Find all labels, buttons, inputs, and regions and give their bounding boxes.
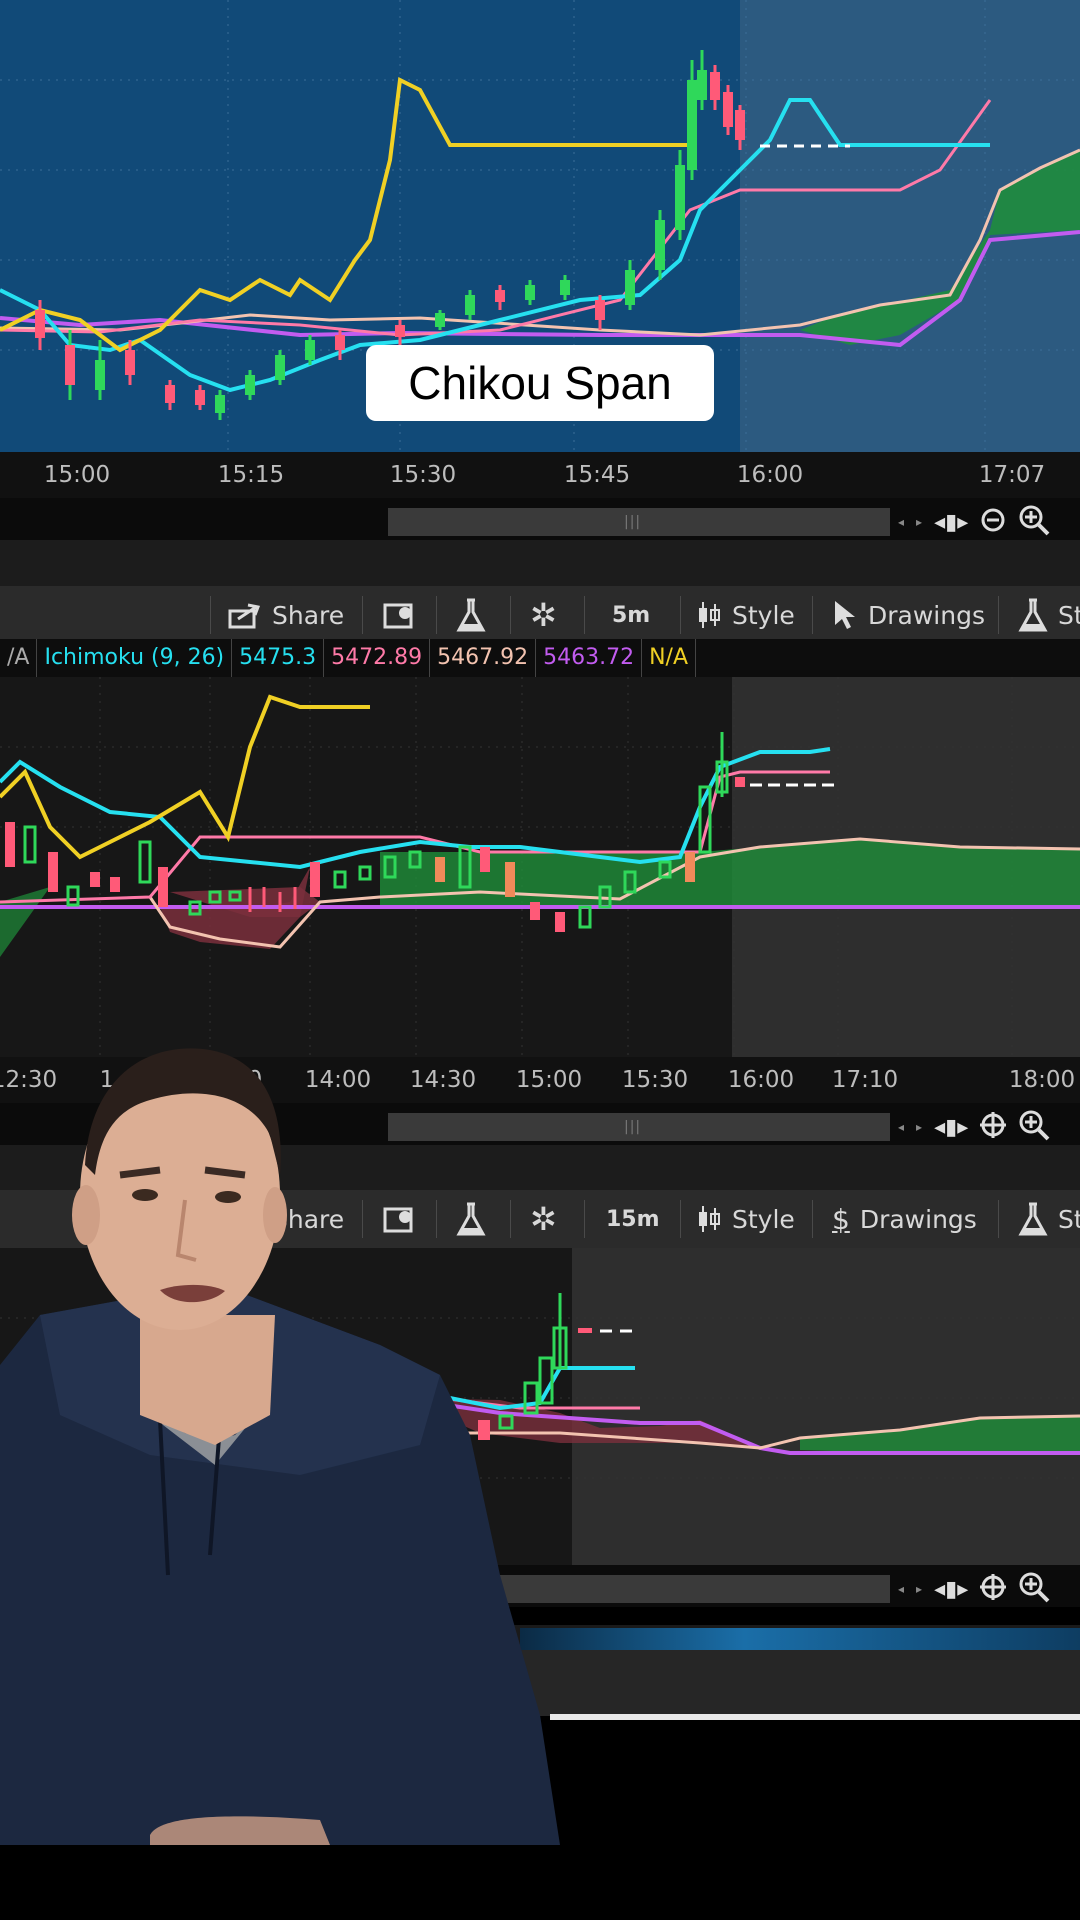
cursor-icon bbox=[835, 601, 855, 629]
timeframe-dropdown[interactable]: 15m bbox=[606, 1190, 660, 1248]
scroll-right-icon[interactable]: ▸ bbox=[916, 1582, 922, 1596]
time-tick: 15:00 bbox=[43, 462, 111, 488]
monitor-edge bbox=[520, 1650, 1080, 1716]
toolbar-separator bbox=[584, 1200, 585, 1238]
time-tick: 15:30 bbox=[389, 462, 457, 488]
scroll-left-icon[interactable]: ◂ bbox=[898, 515, 904, 529]
pan-icon[interactable]: ◂▮▸ bbox=[934, 510, 968, 535]
price-chart-middle[interactable] bbox=[0, 677, 1080, 1057]
zoom-in-icon[interactable] bbox=[1018, 1571, 1050, 1607]
chart-svg-middle bbox=[0, 677, 1080, 1057]
share-button[interactable]: Share bbox=[228, 586, 344, 644]
time-tick: 15:30 bbox=[621, 1067, 689, 1093]
studies-button[interactable]: St bbox=[1018, 1190, 1080, 1248]
drawings-label: Drawings bbox=[868, 600, 985, 630]
candle-style-icon bbox=[699, 602, 720, 628]
scroll-right-icon[interactable]: ▸ bbox=[916, 515, 922, 529]
time-tick: 16:00 bbox=[736, 462, 804, 488]
study-values-bar: /A Ichimoku (9, 26) 5475.3 5472.89 5467.… bbox=[0, 639, 1080, 677]
desk-edge bbox=[550, 1714, 1080, 1720]
toolbar-separator bbox=[998, 1200, 999, 1238]
studies-flask-button[interactable] bbox=[456, 586, 486, 644]
scroll-grip-icon[interactable]: ||| bbox=[624, 514, 641, 530]
toolbar-separator bbox=[680, 1200, 681, 1238]
scroll-right-icon[interactable]: ▸ bbox=[916, 1120, 922, 1134]
timeframe-label: 5m bbox=[612, 602, 651, 628]
share-label: Share bbox=[272, 600, 345, 630]
calendar-alert-button[interactable] bbox=[383, 586, 417, 644]
style-label: Style bbox=[732, 1204, 795, 1234]
toolbar-separator bbox=[210, 596, 211, 634]
scroll-left-icon[interactable]: ◂ bbox=[898, 1582, 904, 1596]
toolbar-separator bbox=[812, 1200, 813, 1238]
style-button[interactable]: Style bbox=[696, 1190, 795, 1248]
settings-button[interactable]: ✲ bbox=[530, 586, 557, 644]
chart-nav-controls: ◂ ▸ ◂▮▸ bbox=[898, 504, 1080, 540]
screen-glow bbox=[520, 1628, 1080, 1650]
candle-style-icon bbox=[699, 1206, 720, 1232]
toolbar-separator bbox=[584, 596, 585, 634]
tenkan-value: 5475.3 bbox=[232, 639, 325, 677]
zoom-in-icon[interactable] bbox=[1018, 1109, 1050, 1145]
time-tick: 15:45 bbox=[563, 462, 631, 488]
toolbar-separator bbox=[998, 596, 999, 634]
span-a-value: 5467.92 bbox=[430, 639, 537, 677]
presenter-video-overlay bbox=[0, 1048, 560, 1845]
crosshair-icon[interactable] bbox=[980, 1112, 1007, 1142]
timeframe-label: 15m bbox=[606, 1206, 660, 1232]
toolbar-separator bbox=[680, 596, 681, 634]
video-caption: Chikou Span bbox=[366, 345, 714, 421]
time-axis-top: 15:00 15:15 15:30 15:45 16:00 17:07 bbox=[0, 452, 1080, 498]
time-tick: 18:00 bbox=[1008, 1067, 1076, 1093]
studies-button[interactable]: St bbox=[1018, 586, 1080, 644]
gear-icon: ✲ bbox=[530, 596, 557, 634]
calendar-alert-icon bbox=[383, 603, 413, 629]
chart-toolbar-middle: Share ✲ 5m Style Drawings St bbox=[0, 586, 1080, 644]
flask-icon bbox=[1018, 598, 1048, 632]
toolbar-separator bbox=[510, 596, 511, 634]
zoom-in-icon[interactable] bbox=[1018, 504, 1050, 540]
share-icon bbox=[228, 603, 261, 629]
pan-icon[interactable]: ◂▮▸ bbox=[934, 1115, 968, 1140]
flask-icon bbox=[456, 598, 486, 632]
chart-nav-controls: ◂ ▸ ◂▮▸ bbox=[898, 1571, 1080, 1607]
study-prefix: /A bbox=[0, 639, 38, 677]
style-label: Style bbox=[732, 600, 795, 630]
chart-panel-top: 15:00 15:15 15:30 15:45 16:00 17:07 ||| … bbox=[0, 0, 1080, 540]
scroll-track[interactable]: ||| bbox=[388, 508, 890, 536]
drawings-label: Drawings bbox=[859, 1204, 977, 1234]
drawings-button[interactable]: $ Drawings bbox=[832, 1190, 977, 1248]
style-button[interactable]: Style bbox=[696, 586, 795, 644]
toolbar-separator bbox=[436, 596, 437, 634]
time-tick: 16:00 bbox=[727, 1067, 795, 1093]
chikou-value: N/A bbox=[642, 639, 697, 677]
scrollbar-top: ||| ◂ ▸ ◂▮▸ bbox=[0, 498, 1080, 540]
ichimoku-label[interactable]: Ichimoku (9, 26) bbox=[37, 639, 233, 677]
chart-nav-controls: ◂ ▸ ◂▮▸ bbox=[898, 1109, 1080, 1145]
time-tick: 17:07 bbox=[978, 462, 1046, 488]
studies-label: St bbox=[1058, 1204, 1080, 1234]
studies-label: St bbox=[1058, 600, 1080, 630]
time-tick: 15:15 bbox=[217, 462, 285, 488]
time-tick: 17:10 bbox=[831, 1067, 899, 1093]
scroll-left-icon[interactable]: ◂ bbox=[898, 1120, 904, 1134]
drawings-button[interactable]: Drawings bbox=[832, 586, 985, 644]
flask-icon bbox=[1018, 1202, 1048, 1236]
timeframe-dropdown[interactable]: 5m bbox=[612, 586, 650, 644]
dollar-draw-icon: $ bbox=[832, 1202, 850, 1236]
crosshair-icon[interactable] bbox=[980, 1574, 1007, 1604]
kijun-value: 5472.89 bbox=[324, 639, 431, 677]
panel-gap bbox=[0, 540, 1080, 586]
span-b-value: 5463.72 bbox=[536, 639, 643, 677]
toolbar-separator bbox=[362, 596, 363, 634]
scroll-grip-icon[interactable]: ||| bbox=[624, 1119, 641, 1135]
zoom-out-icon[interactable] bbox=[980, 507, 1006, 537]
pan-icon[interactable]: ◂▮▸ bbox=[934, 1577, 968, 1602]
toolbar-separator bbox=[812, 596, 813, 634]
